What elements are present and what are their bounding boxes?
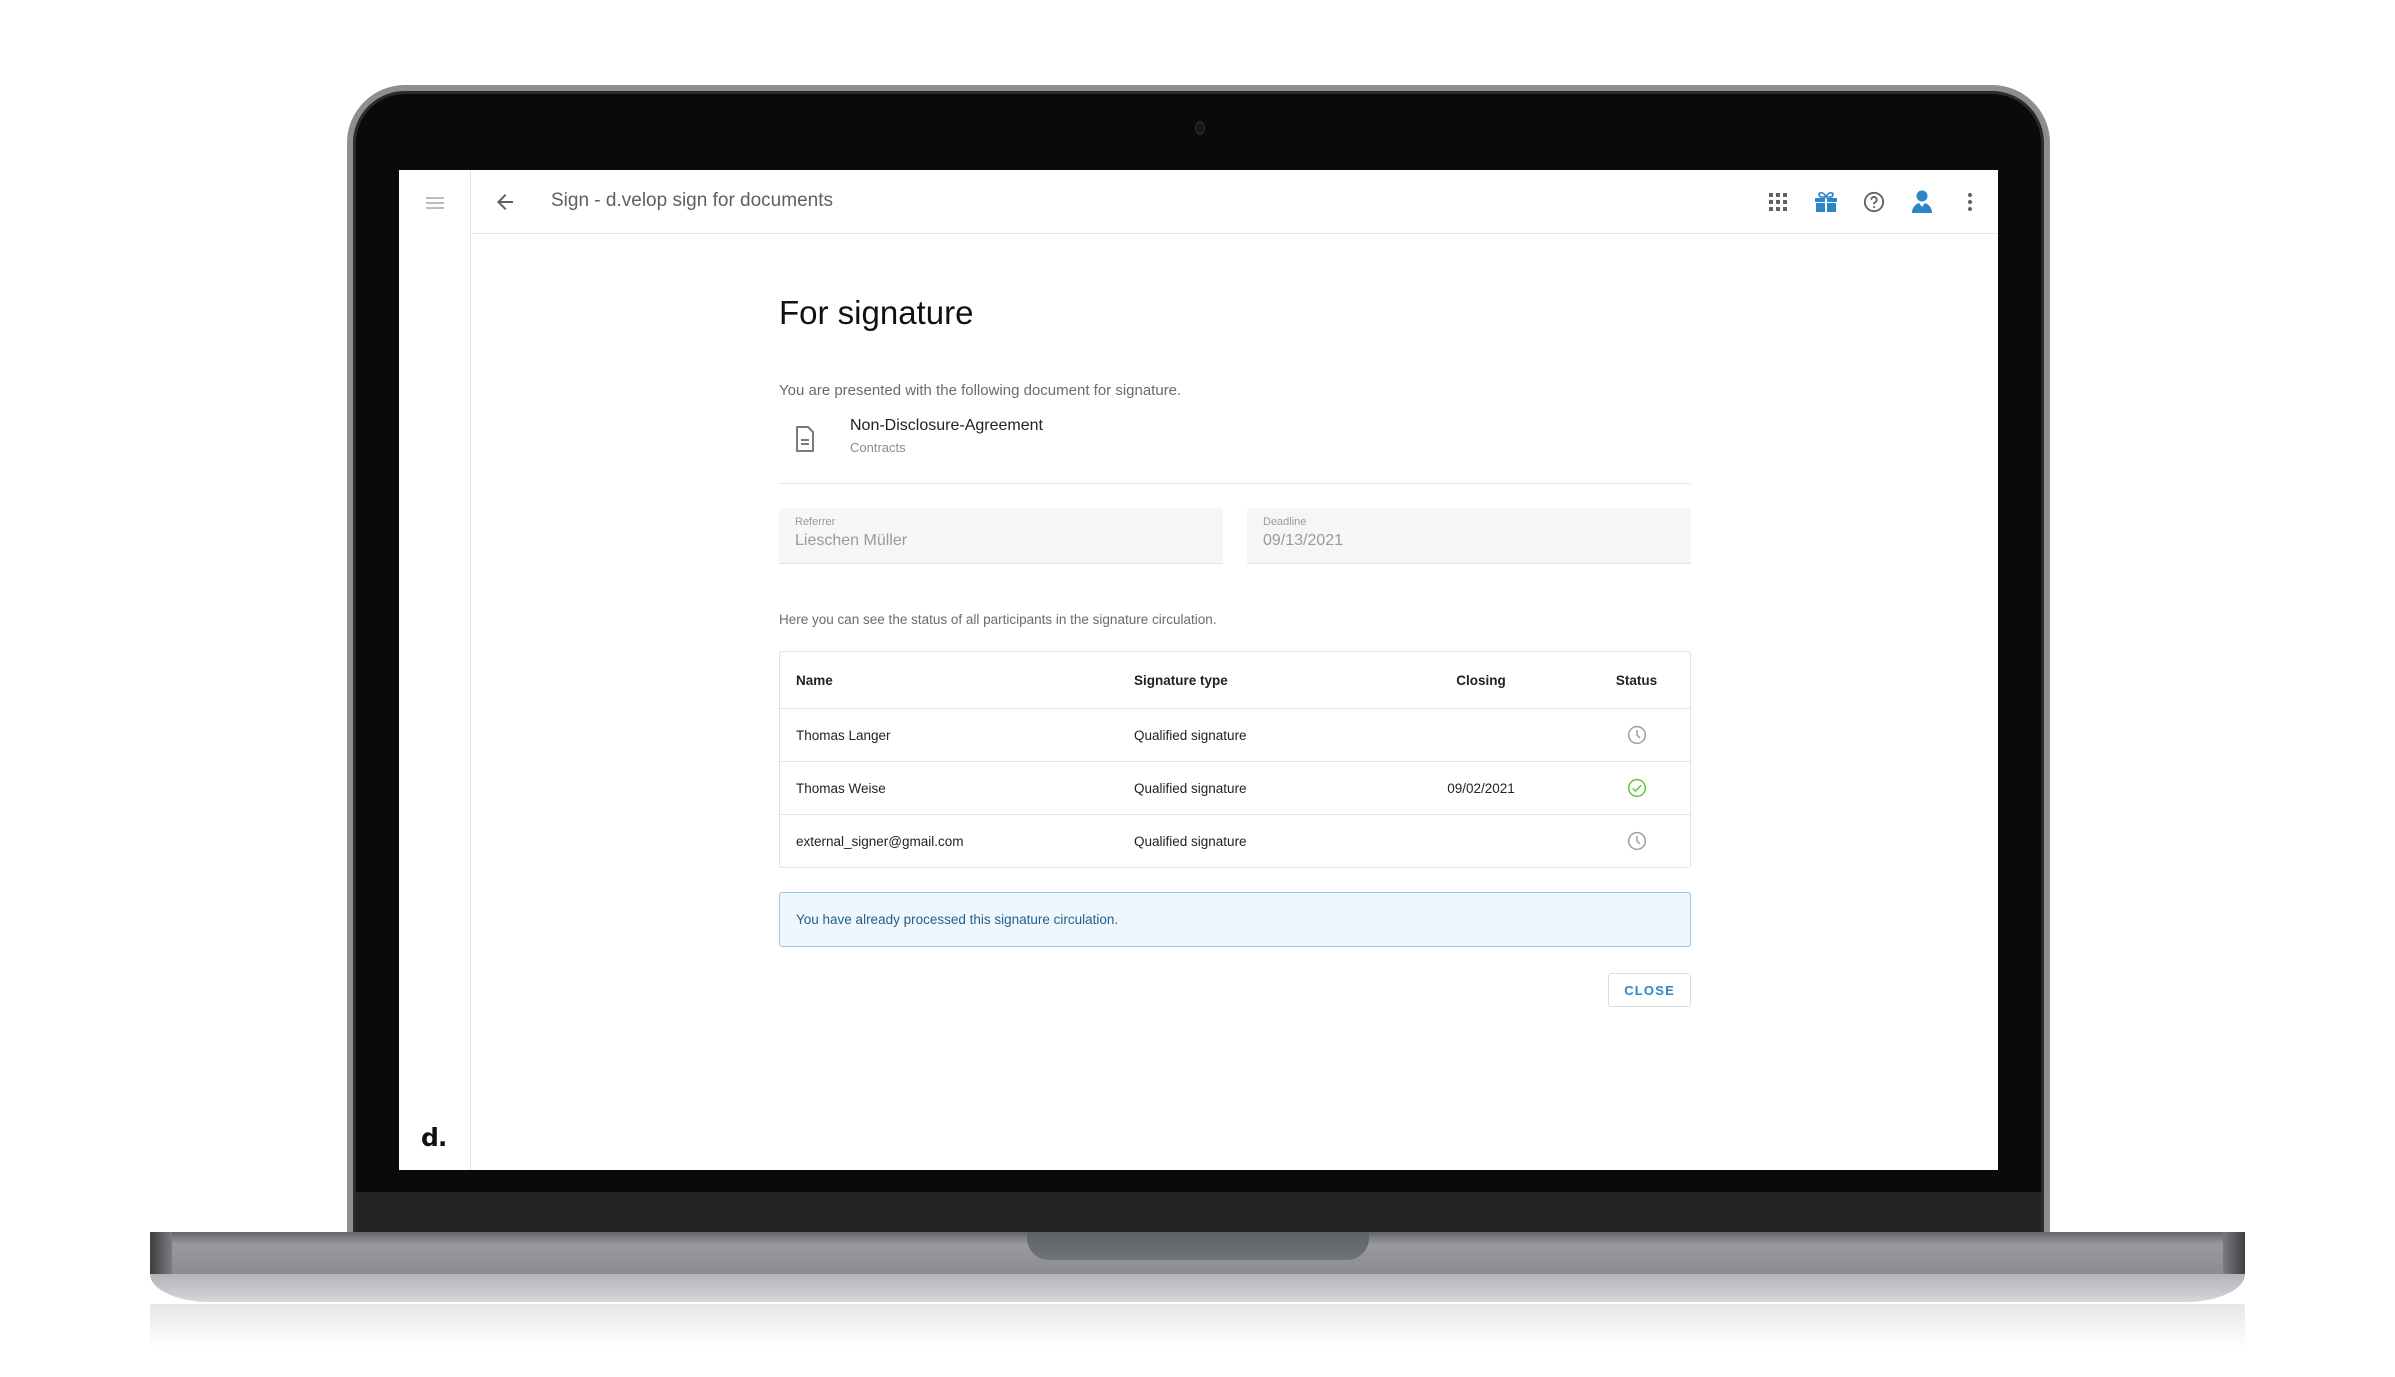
top-bar: Sign - d.velop sign for documents	[471, 170, 1998, 234]
intro-text: You are presented with the following doc…	[779, 382, 1182, 399]
document-icon	[796, 426, 814, 452]
table-row: Thomas Weise Qualified signature 09/02/2…	[780, 761, 1690, 814]
clock-icon	[1627, 831, 1646, 851]
user-button[interactable]	[1906, 186, 1938, 218]
user-icon	[1912, 190, 1932, 213]
status-cell	[1583, 831, 1690, 851]
column-header-name: Name	[796, 672, 833, 688]
gift-icon	[1815, 191, 1837, 212]
table-row: Thomas Langer Qualified signature	[780, 708, 1690, 761]
referrer-label: Referrer	[795, 516, 836, 528]
document-category: Contracts	[850, 440, 906, 455]
deadline-label: Deadline	[1263, 516, 1307, 528]
laptop-base-edge	[150, 1232, 172, 1274]
column-header-status: Status	[1615, 672, 1658, 688]
info-fields: Referrer Lieschen Müller Deadline 09/13/…	[779, 508, 1691, 564]
participant-name: Thomas Langer	[796, 727, 891, 743]
apps-grid-icon	[1769, 193, 1787, 211]
laptop-base-edge	[2223, 1232, 2245, 1274]
status-cell	[1583, 725, 1690, 745]
signature-type: Qualified signature	[1134, 833, 1247, 849]
status-intro-text: Here you can see the status of all parti…	[779, 612, 1217, 627]
clock-icon	[1627, 725, 1646, 745]
laptop-reflection	[150, 1304, 2245, 1348]
table-row: external_signer@gmail.com Qualified sign…	[780, 814, 1690, 867]
more-vertical-icon	[1968, 193, 1972, 211]
table-header: Name Signature type Closing Status	[780, 652, 1690, 708]
deadline-value: 09/13/2021	[1263, 532, 1344, 549]
laptop-base-lip	[150, 1274, 2245, 1302]
help-icon	[1863, 191, 1885, 213]
referrer-field: Referrer Lieschen Müller	[779, 508, 1223, 564]
document-item[interactable]: Non-Disclosure-Agreement Contracts	[779, 417, 1691, 471]
laptop-notch	[1027, 1232, 1369, 1260]
divider	[779, 483, 1691, 484]
more-button[interactable]	[1954, 186, 1986, 218]
main-content: For signature You are presented with the…	[779, 234, 1691, 1007]
brand-logo: d.	[421, 1123, 447, 1152]
participant-name: Thomas Weise	[796, 780, 886, 796]
app-screen: d. Sign - d.velop sign for documents For…	[399, 170, 1998, 1170]
back-button[interactable]	[493, 190, 517, 214]
document-name: Non-Disclosure-Agreement	[850, 417, 1043, 434]
actions: CLOSE	[779, 973, 1691, 1007]
arrow-left-icon	[497, 194, 513, 210]
menu-icon[interactable]	[426, 197, 444, 209]
closing-date: 09/02/2021	[1447, 780, 1515, 796]
signature-type: Qualified signature	[1134, 780, 1247, 796]
close-button[interactable]: CLOSE	[1608, 973, 1691, 1007]
apps-button[interactable]	[1762, 186, 1794, 218]
status-cell	[1583, 778, 1690, 798]
gift-button[interactable]	[1810, 186, 1842, 218]
sidebar: d.	[399, 170, 471, 1170]
app-title: Sign - d.velop sign for documents	[551, 190, 833, 211]
column-header-signature-type: Signature type	[1134, 672, 1228, 688]
header-actions	[1762, 186, 1986, 218]
signature-type: Qualified signature	[1134, 727, 1247, 743]
laptop-chin	[356, 1192, 2041, 1234]
check-circle-icon	[1627, 778, 1646, 798]
referrer-value: Lieschen Müller	[795, 532, 908, 549]
page-title: For signature	[779, 294, 974, 331]
info-message: You have already processed this signatur…	[779, 892, 1691, 947]
column-header-closing: Closing	[1456, 672, 1506, 688]
camera-icon	[1195, 121, 1205, 135]
deadline-field: Deadline 09/13/2021	[1247, 508, 1691, 564]
participants-table: Name Signature type Closing Status Thoma…	[779, 651, 1691, 868]
participant-name: external_signer@gmail.com	[796, 833, 964, 849]
help-button[interactable]	[1858, 186, 1890, 218]
